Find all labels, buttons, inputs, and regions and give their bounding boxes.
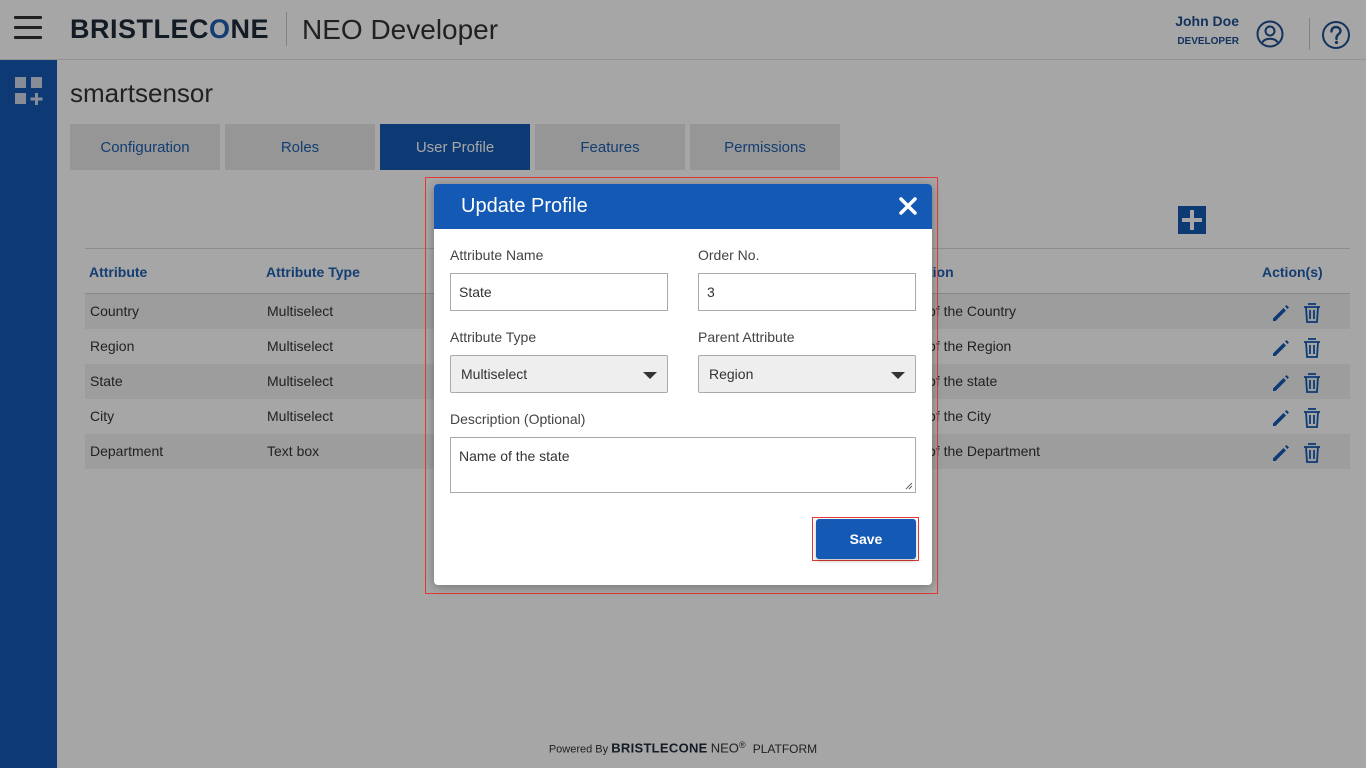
resize-grip-icon[interactable] [905, 482, 913, 490]
attribute-type-select[interactable]: Multiselect [450, 355, 668, 393]
attribute-type-value: Multiselect [461, 366, 528, 382]
description-label: Description (Optional) [450, 411, 586, 427]
attribute-name-input[interactable]: State [450, 273, 668, 311]
save-button[interactable]: Save [816, 519, 916, 559]
chevron-down-icon [643, 372, 657, 379]
order-no-input[interactable]: 3 [698, 273, 916, 311]
order-no-label: Order No. [698, 247, 760, 263]
close-icon[interactable] [898, 196, 918, 216]
description-textarea[interactable]: Name of the state [450, 437, 916, 493]
attribute-type-label: Attribute Type [450, 329, 537, 345]
parent-attribute-value: Region [709, 366, 754, 382]
attribute-name-label: Attribute Name [450, 247, 544, 263]
dialog-header: Update Profile [434, 184, 932, 229]
parent-attribute-select[interactable]: Region [698, 355, 916, 393]
description-value: Name of the state [459, 448, 570, 464]
chevron-down-icon [891, 372, 905, 379]
parent-attribute-label: Parent Attribute [698, 329, 795, 345]
dialog-title: Update Profile [461, 195, 588, 217]
